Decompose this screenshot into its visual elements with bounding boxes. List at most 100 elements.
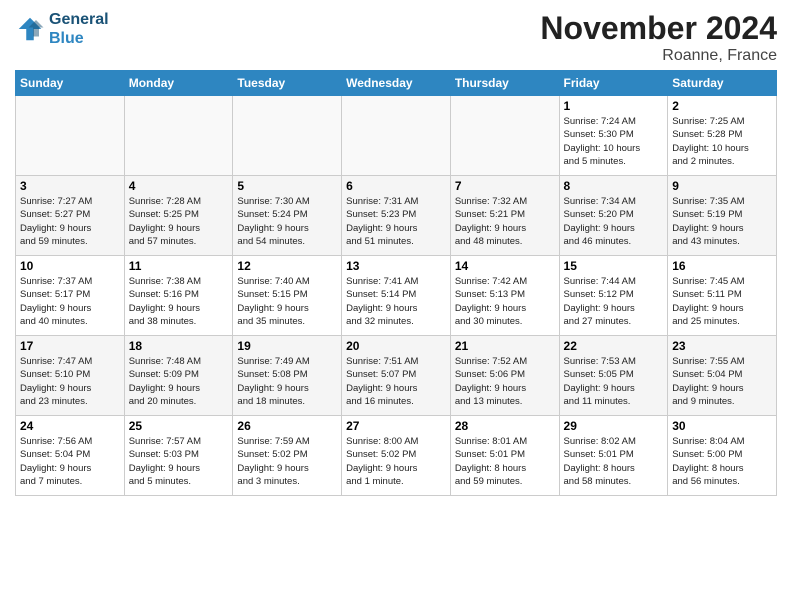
calendar-cell: 9Sunrise: 7:35 AM Sunset: 5:19 PM Daylig… [668,176,777,256]
day-number: 19 [237,339,337,353]
day-info: Sunrise: 7:45 AM Sunset: 5:11 PM Dayligh… [672,275,772,328]
calendar-week-1: 1 Sunrise: 7:24 AM Sunset: 5:30 PM Daylig… [16,96,777,176]
calendar-cell: 19Sunrise: 7:49 AM Sunset: 5:08 PM Dayli… [233,336,342,416]
day-number: 1 [564,99,664,113]
day-info: Sunrise: 8:02 AM Sunset: 5:01 PM Dayligh… [564,435,664,488]
day-number: 5 [237,179,337,193]
calendar-week-3: 10 Sunrise: 7:37 AM Sunset: 5:17 PM Dayli… [16,256,777,336]
header-wednesday: Wednesday [342,71,451,96]
day-info: Sunrise: 7:42 AM Sunset: 5:13 PM Dayligh… [455,275,555,328]
calendar-cell: 14 Sunrise: 7:42 AM Sunset: 5:13 PM Dayli… [450,256,559,336]
calendar-cell: 10 Sunrise: 7:37 AM Sunset: 5:17 PM Dayli… [16,256,125,336]
day-number: 30 [672,419,772,433]
calendar-cell: 29 Sunrise: 8:02 AM Sunset: 5:01 PM Dayli… [559,416,668,496]
location: Roanne, France [540,47,777,65]
calendar-cell: 30 Sunrise: 8:04 AM Sunset: 5:00 PM Dayli… [668,416,777,496]
calendar-cell: 12Sunrise: 7:40 AM Sunset: 5:15 PM Dayli… [233,256,342,336]
day-info: Sunrise: 8:01 AM Sunset: 5:01 PM Dayligh… [455,435,555,488]
header-row: Sunday Monday Tuesday Wednesday Thursday… [16,71,777,96]
day-info: Sunrise: 7:31 AM Sunset: 5:23 PM Dayligh… [346,195,446,248]
header-row: General Blue November 2024 Roanne, Franc… [15,10,777,65]
calendar-cell: 6 Sunrise: 7:31 AM Sunset: 5:23 PM Daylig… [342,176,451,256]
day-number: 17 [20,339,120,353]
logo: General Blue [15,10,109,48]
calendar-cell: 21Sunrise: 7:52 AM Sunset: 5:06 PM Dayli… [450,336,559,416]
calendar-cell: 11Sunrise: 7:38 AM Sunset: 5:16 PM Dayli… [124,256,233,336]
day-info: Sunrise: 8:00 AM Sunset: 5:02 PM Dayligh… [346,435,446,488]
calendar-cell: 28 Sunrise: 8:01 AM Sunset: 5:01 PM Dayli… [450,416,559,496]
calendar-cell: 5 Sunrise: 7:30 AM Sunset: 5:24 PM Daylig… [233,176,342,256]
day-number: 29 [564,419,664,433]
main-container: General Blue November 2024 Roanne, Franc… [0,0,792,506]
day-info: Sunrise: 7:57 AM Sunset: 5:03 PM Dayligh… [129,435,229,488]
header-saturday: Saturday [668,71,777,96]
header-friday: Friday [559,71,668,96]
month-title: November 2024 [540,10,777,47]
day-info: Sunrise: 7:34 AM Sunset: 5:20 PM Dayligh… [564,195,664,248]
day-number: 22 [564,339,664,353]
calendar-week-4: 17 Sunrise: 7:47 AM Sunset: 5:10 PM Dayli… [16,336,777,416]
header-monday: Monday [124,71,233,96]
day-info: Sunrise: 7:53 AM Sunset: 5:05 PM Dayligh… [564,355,664,408]
day-info: Sunrise: 7:48 AM Sunset: 5:09 PM Dayligh… [129,355,229,408]
calendar-cell: 23 Sunrise: 7:55 AM Sunset: 5:04 PM Dayli… [668,336,777,416]
day-info: Sunrise: 7:41 AM Sunset: 5:14 PM Dayligh… [346,275,446,328]
calendar-cell: 7 Sunrise: 7:32 AM Sunset: 5:21 PM Daylig… [450,176,559,256]
day-number: 16 [672,259,772,273]
day-number: 18 [129,339,229,353]
day-info: Sunrise: 7:52 AM Sunset: 5:06 PM Dayligh… [455,355,555,408]
calendar-cell: 26Sunrise: 7:59 AM Sunset: 5:02 PM Dayli… [233,416,342,496]
day-number: 8 [564,179,664,193]
calendar-body: 1 Sunrise: 7:24 AM Sunset: 5:30 PM Daylig… [16,96,777,496]
calendar-cell [124,96,233,176]
day-number: 23 [672,339,772,353]
calendar-cell [342,96,451,176]
calendar-cell: 25 Sunrise: 7:57 AM Sunset: 5:03 PM Dayli… [124,416,233,496]
day-number: 6 [346,179,446,193]
day-number: 2 [672,99,772,113]
day-info: Sunrise: 7:55 AM Sunset: 5:04 PM Dayligh… [672,355,772,408]
calendar-cell: 24Sunrise: 7:56 AM Sunset: 5:04 PM Dayli… [16,416,125,496]
header-thursday: Thursday [450,71,559,96]
day-info: Sunrise: 7:27 AM Sunset: 5:27 PM Dayligh… [20,195,120,248]
calendar-cell: 22 Sunrise: 7:53 AM Sunset: 5:05 PM Dayli… [559,336,668,416]
calendar-cell [233,96,342,176]
calendar-cell: 17 Sunrise: 7:47 AM Sunset: 5:10 PM Dayli… [16,336,125,416]
calendar-cell [450,96,559,176]
calendar-cell: 2Sunrise: 7:25 AM Sunset: 5:28 PM Daylig… [668,96,777,176]
calendar-cell: 20Sunrise: 7:51 AM Sunset: 5:07 PM Dayli… [342,336,451,416]
day-info: Sunrise: 7:37 AM Sunset: 5:17 PM Dayligh… [20,275,120,328]
title-block: November 2024 Roanne, France [540,10,777,65]
calendar-cell: 4 Sunrise: 7:28 AM Sunset: 5:25 PM Daylig… [124,176,233,256]
calendar-cell: 8 Sunrise: 7:34 AM Sunset: 5:20 PM Daylig… [559,176,668,256]
day-number: 13 [346,259,446,273]
day-info: Sunrise: 7:30 AM Sunset: 5:24 PM Dayligh… [237,195,337,248]
calendar-header: Sunday Monday Tuesday Wednesday Thursday… [16,71,777,96]
day-info: Sunrise: 7:32 AM Sunset: 5:21 PM Dayligh… [455,195,555,248]
day-number: 10 [20,259,120,273]
day-info: Sunrise: 7:51 AM Sunset: 5:07 PM Dayligh… [346,355,446,408]
calendar-cell: 1 Sunrise: 7:24 AM Sunset: 5:30 PM Daylig… [559,96,668,176]
day-info: Sunrise: 7:40 AM Sunset: 5:15 PM Dayligh… [237,275,337,328]
calendar-cell: 13 Sunrise: 7:41 AM Sunset: 5:14 PM Dayli… [342,256,451,336]
calendar-week-2: 3 Sunrise: 7:27 AM Sunset: 5:27 PM Daylig… [16,176,777,256]
day-number: 15 [564,259,664,273]
day-number: 3 [20,179,120,193]
day-info: Sunrise: 7:47 AM Sunset: 5:10 PM Dayligh… [20,355,120,408]
day-number: 7 [455,179,555,193]
calendar-cell: 27 Sunrise: 8:00 AM Sunset: 5:02 PM Dayli… [342,416,451,496]
calendar-cell [16,96,125,176]
day-number: 28 [455,419,555,433]
day-info: Sunrise: 7:59 AM Sunset: 5:02 PM Dayligh… [237,435,337,488]
day-info: Sunrise: 8:04 AM Sunset: 5:00 PM Dayligh… [672,435,772,488]
day-info: Sunrise: 7:24 AM Sunset: 5:30 PM Dayligh… [564,115,664,168]
day-number: 25 [129,419,229,433]
day-number: 11 [129,259,229,273]
calendar-week-5: 24Sunrise: 7:56 AM Sunset: 5:04 PM Dayli… [16,416,777,496]
day-info: Sunrise: 7:35 AM Sunset: 5:19 PM Dayligh… [672,195,772,248]
day-number: 4 [129,179,229,193]
day-number: 14 [455,259,555,273]
calendar-cell: 15Sunrise: 7:44 AM Sunset: 5:12 PM Dayli… [559,256,668,336]
day-info: Sunrise: 7:28 AM Sunset: 5:25 PM Dayligh… [129,195,229,248]
day-number: 27 [346,419,446,433]
